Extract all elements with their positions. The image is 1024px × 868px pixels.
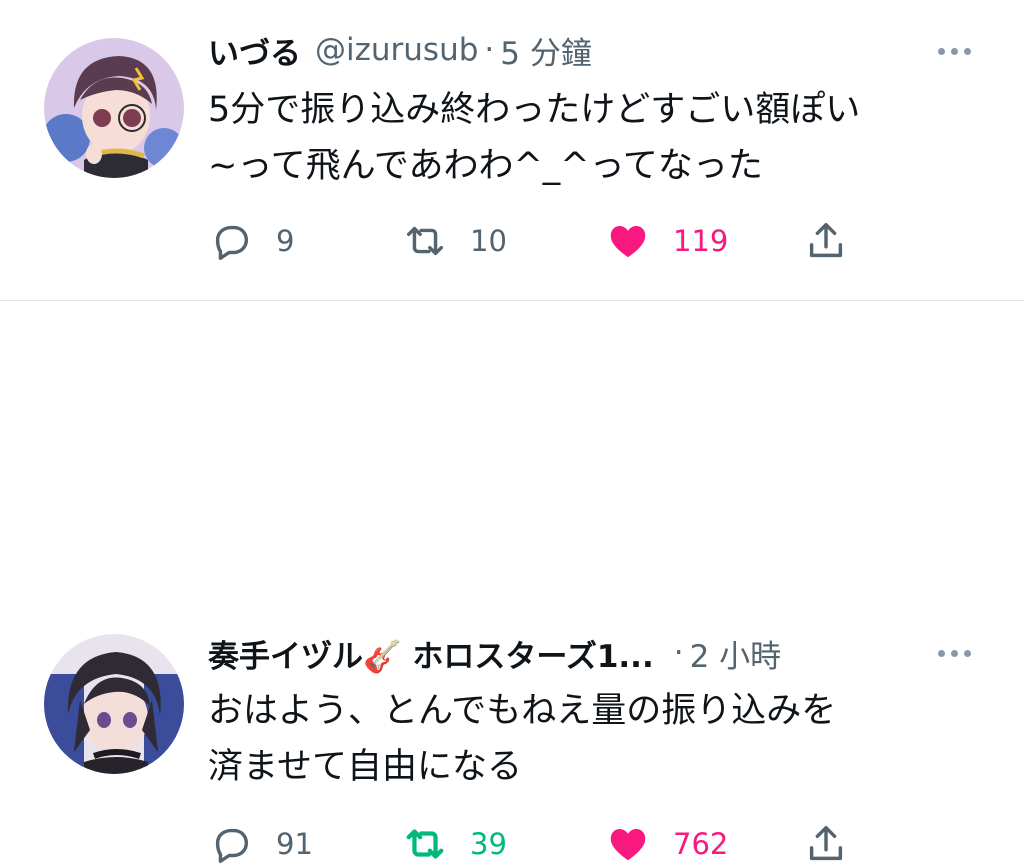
retweet-icon: [406, 226, 444, 256]
timestamp[interactable]: 5 分鐘: [500, 28, 592, 73]
tweet[interactable]: いづる @izurusub · 5 分鐘 5分で振り込み終わったけどすごい額ぽい…: [0, 0, 1024, 300]
like-count: 119: [673, 224, 729, 258]
share-icon: [809, 222, 843, 258]
heart-icon: [610, 829, 646, 861]
separator: ·: [484, 32, 495, 68]
retweet-button[interactable]: 10: [402, 217, 507, 265]
avatar[interactable]: [44, 38, 184, 178]
action-bar: 9 10 119: [208, 217, 988, 265]
share-icon: [809, 825, 843, 861]
tweet-text: おはよう、とんでもねえ量の振り込みを 済ませて自由になる: [208, 683, 998, 795]
reply-count: 91: [276, 827, 313, 861]
more-icon[interactable]: [932, 36, 976, 66]
reply-icon: [215, 828, 249, 863]
like-button[interactable]: 762: [605, 820, 728, 868]
reply-count: 9: [276, 224, 295, 258]
tweet-header: 奏手イヅル🎸 ホロスターズ1... · 2 小時: [208, 630, 781, 676]
handle[interactable]: @izurusub: [315, 32, 478, 68]
retweet-count: 10: [470, 224, 507, 258]
like-button[interactable]: 119: [605, 217, 728, 265]
tweet-text-line: 5分で振り込み終わったけどすごい額ぽい: [208, 90, 861, 130]
handle-time: @izurusub · 5 分鐘: [315, 28, 592, 73]
tweet-text: 5分で振り込み終わったけどすごい額ぽい ~って飛んであわわ^_^ってなった: [208, 82, 998, 194]
more-icon[interactable]: [932, 638, 976, 668]
retweet-count: 39: [470, 827, 507, 861]
share-button[interactable]: [803, 820, 849, 868]
separator: ·: [673, 635, 684, 671]
retweet-button[interactable]: 39: [402, 820, 507, 868]
tweet-text-line: ~って飛んであわわ^_^ってなった: [208, 146, 763, 186]
tweet-text-line: 済ませて自由になる: [208, 747, 522, 787]
reply-icon: [215, 225, 249, 260]
display-name[interactable]: いづる: [208, 28, 301, 73]
heart-icon: [610, 226, 646, 258]
display-name[interactable]: 奏手イヅル🎸 ホロスターズ1...: [208, 631, 654, 676]
tweet-header: いづる @izurusub · 5 分鐘: [208, 27, 592, 73]
reply-button[interactable]: 9: [208, 217, 294, 265]
share-button[interactable]: [803, 217, 849, 265]
timestamp[interactable]: 2 小時: [690, 631, 782, 676]
action-bar: 91 39 762: [208, 820, 988, 868]
handle-time: · 2 小時: [668, 631, 781, 676]
avatar[interactable]: [44, 634, 184, 774]
tweet-text-line: おはよう、とんでもねえ量の振り込みを: [208, 691, 837, 731]
retweet-icon: [406, 829, 444, 859]
reply-button[interactable]: 91: [208, 820, 313, 868]
tweet[interactable]: 奏手イヅル🎸 ホロスターズ1... · 2 小時 おはよう、とんでもねえ量の振り…: [0, 300, 1024, 863]
like-count: 762: [673, 827, 729, 861]
